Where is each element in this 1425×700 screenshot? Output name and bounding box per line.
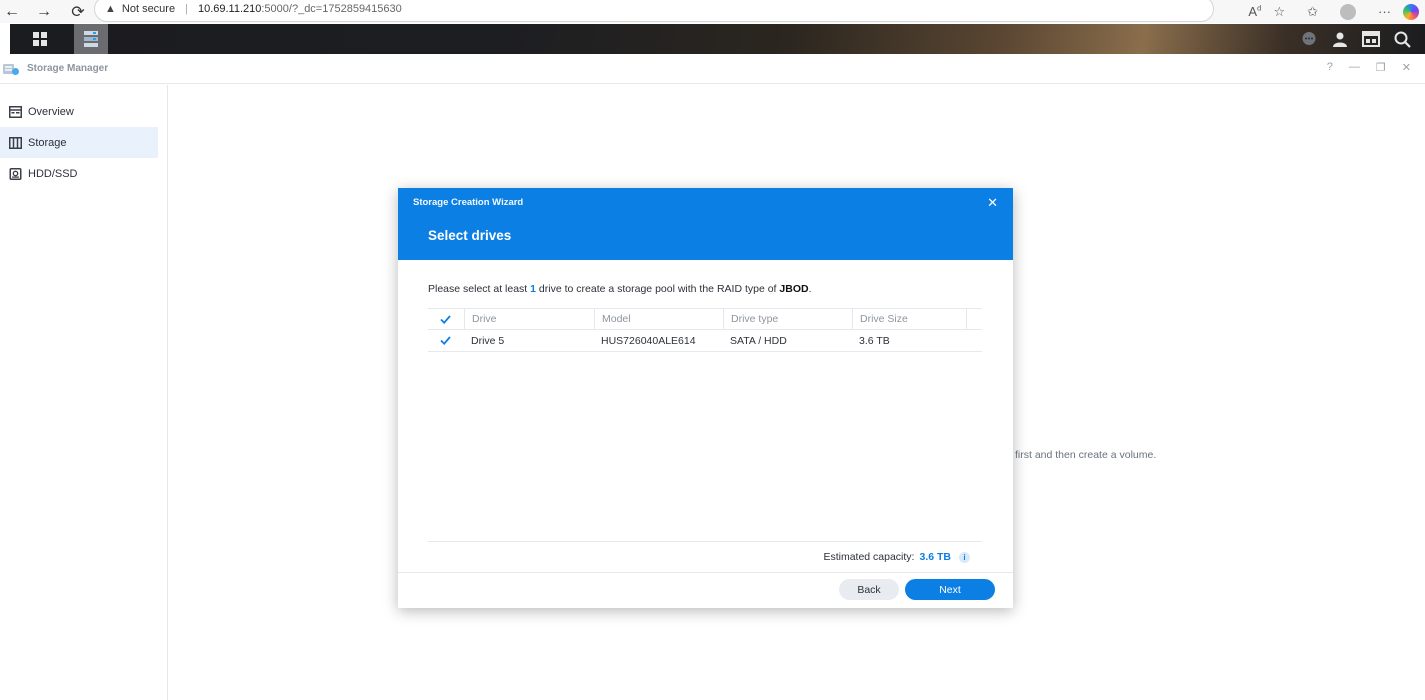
sidebar-item-overview[interactable]: Overview [0,96,158,127]
url-path: :5000/?_dc=1752859415630 [261,3,402,15]
sidebar-item-label: HDD/SSD [28,167,78,180]
back-arrow-icon[interactable]: ← [0,2,24,22]
address-separator: | [185,3,188,15]
table-row[interactable]: Drive 5 HUS726040ALE614 SATA / HDD 3.6 T… [428,330,982,352]
address-bar[interactable]: ▲ Not secure | 10.69.11.210 :5000/?_dc=1… [94,0,1214,22]
instruction-middle: drive to create a storage pool with the … [538,283,777,295]
favorite-star-icon[interactable]: ☆ [1273,4,1285,20]
search-icon[interactable] [1393,30,1411,48]
favorites-list-icon[interactable]: ✩ [1307,4,1318,20]
taskbar-tray [1300,24,1411,54]
sidebar: Overview Storage HDD/SSD [0,85,168,700]
cell-model: HUS726040ALE614 [601,334,696,347]
column-header-drive[interactable]: Drive [464,308,594,330]
forward-arrow-icon[interactable]: → [32,2,56,22]
storage-creation-wizard-dialog: Storage Creation Wizard Select drives ✕ … [398,188,1013,608]
footer-divider [398,572,1013,573]
profile-avatar-icon[interactable] [1340,3,1356,20]
close-window-icon[interactable]: ✕ [1402,61,1411,74]
cell-drive: Drive 5 [471,334,505,347]
table-header-row: Drive Model Drive type Drive Size [428,308,982,330]
close-icon[interactable]: ✕ [987,195,998,211]
browser-actions: Aⅾ ☆ ✩ ··· [1248,0,1419,23]
wizard-header: Storage Creation Wizard Select drives ✕ [398,188,1013,260]
user-icon[interactable] [1331,30,1349,48]
back-button[interactable]: Back [839,579,899,600]
capacity-label: Estimated capacity: [823,551,915,563]
sidebar-item-storage[interactable]: Storage [0,127,158,158]
browser-toolbar: ← → ⟳ ▲ Not secure | 10.69.11.210 :5000/… [0,0,1425,23]
main-menu-grid-icon[interactable] [23,24,57,54]
reload-icon[interactable]: ⟳ [66,2,90,22]
storage-icon [9,136,22,149]
wizard-step-title: Select drives [428,228,512,243]
column-header-model[interactable]: Model [594,308,723,330]
column-header-drive-type[interactable]: Drive type [723,308,852,330]
minimize-icon[interactable]: — [1349,61,1360,74]
storage-manager-logo-icon [3,64,19,75]
capacity-divider [428,541,982,542]
select-all-checkbox[interactable] [428,308,464,330]
instruction-suffix: . [808,283,812,295]
cell-drive-size: 3.6 TB [859,334,890,347]
url-host: 10.69.11.210 [197,3,262,15]
drive-table: Drive Model Drive type Drive Size Drive … [428,308,982,352]
dsm-taskbar [10,24,1425,54]
sidebar-item-label: Overview [28,105,74,118]
more-menu-icon[interactable]: ··· [1378,4,1391,19]
raid-type: JBOD [779,283,809,295]
empty-state-text: first and then create a volume. [1015,449,1157,461]
column-header-drive-size[interactable]: Drive Size [852,308,966,330]
read-aloud-icon[interactable]: Aⅾ [1248,4,1261,19]
copilot-icon[interactable] [1403,3,1419,20]
overview-icon [9,105,22,118]
warning-triangle-icon: ▲ [105,3,116,15]
hdd-icon [9,167,22,180]
window-controls: ? — ❐ ✕ [1327,61,1411,74]
row-checkbox[interactable] [428,330,464,352]
window-title: Storage Manager [27,63,109,74]
next-button[interactable]: Next [905,579,995,600]
column-header-spacer [966,308,982,330]
cell-drive-type: SATA / HDD [730,334,787,347]
checkmark-icon [440,336,451,346]
sidebar-item-hdd-ssd[interactable]: HDD/SSD [0,158,158,189]
wizard-title: Storage Creation Wizard [413,197,524,208]
notifications-chat-icon[interactable] [1300,30,1318,48]
help-icon[interactable]: ? [1327,61,1333,74]
capacity-value: 3.6 TB [919,551,951,563]
estimated-capacity: Estimated capacity: 3.6 TB i [823,551,970,563]
restore-icon[interactable]: ❐ [1376,61,1386,74]
window-titlebar: Storage Manager ? — ❐ ✕ [0,54,1425,84]
checkmark-icon [440,314,451,324]
info-icon[interactable]: i [959,551,970,563]
security-label: Not secure [121,3,176,15]
instruction-prefix: Please select at least [428,283,528,295]
storage-manager-task-icon[interactable] [74,24,108,54]
wizard-instruction: Please select at least 1 drive to create… [428,283,812,295]
widgets-icon[interactable] [1362,30,1380,48]
sidebar-item-label: Storage [28,136,67,149]
instruction-count: 1 [530,283,536,295]
